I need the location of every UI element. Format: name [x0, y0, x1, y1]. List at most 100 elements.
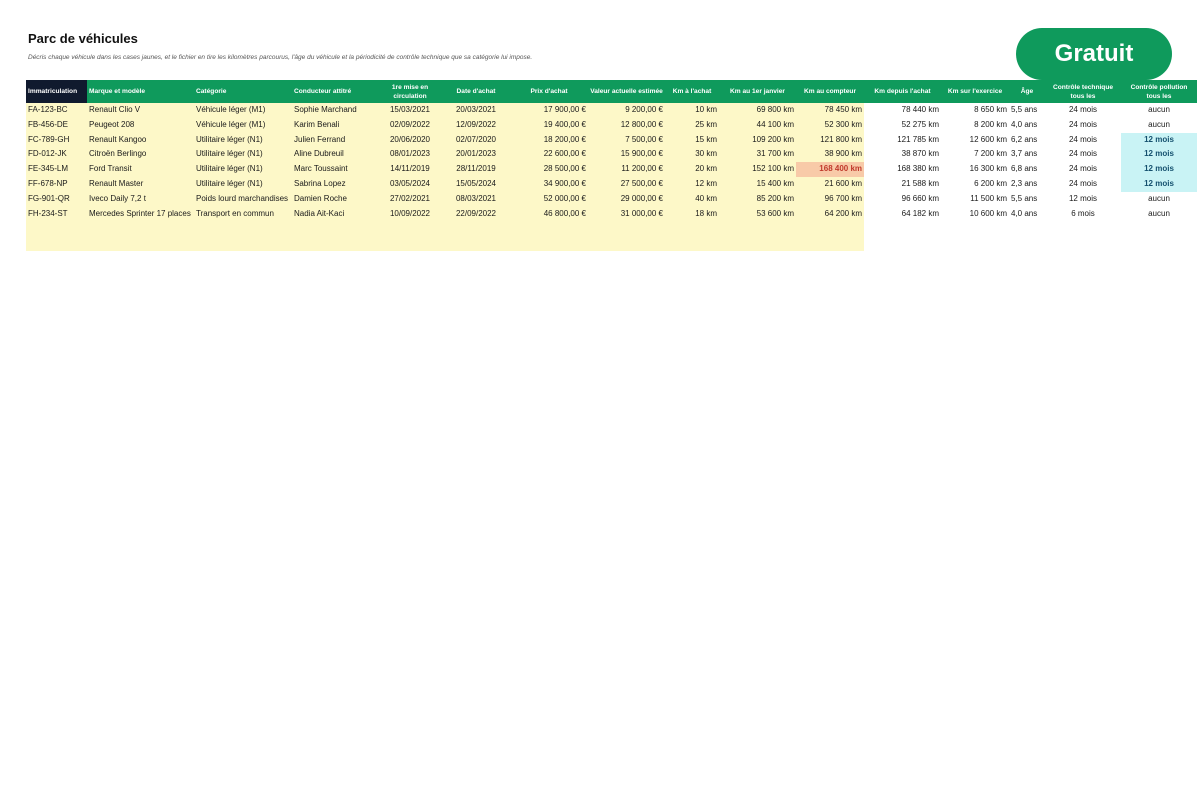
empty-cell[interactable] [26, 221, 87, 237]
table-cell[interactable]: Sophie Marchand [292, 103, 378, 118]
empty-cell[interactable] [796, 236, 864, 251]
table-cell[interactable]: 52 300 km [796, 117, 864, 133]
empty-cell[interactable] [588, 236, 665, 251]
empty-cell[interactable] [292, 236, 378, 251]
table-cell[interactable]: Karim Benali [292, 117, 378, 133]
table-cell[interactable]: 15 km [665, 132, 719, 148]
empty-cell[interactable] [292, 221, 378, 237]
table-cell[interactable]: 7 500,00 € [588, 132, 665, 148]
table-cell[interactable]: 34 900,00 € [510, 176, 588, 192]
table-cell[interactable]: 12 km [665, 176, 719, 192]
table-cell[interactable]: 11 200,00 € [588, 162, 665, 177]
table-cell[interactable]: 152 100 km [719, 162, 796, 177]
table-cell[interactable]: Sabrina Lopez [292, 176, 378, 192]
table-cell[interactable]: 46 800,00 € [510, 206, 588, 222]
table-cell[interactable]: 20 km [665, 162, 719, 177]
table-cell[interactable]: Utilitaire léger (N1) [194, 132, 292, 148]
table-cell[interactable]: 15 400 km [719, 176, 796, 192]
table-cell[interactable]: 9 200,00 € [588, 103, 665, 118]
table-cell[interactable]: 19 400,00 € [510, 117, 588, 133]
table-cell[interactable]: FA-123-BC [26, 103, 87, 118]
table-cell[interactable]: 29 000,00 € [588, 191, 665, 207]
empty-cell[interactable] [665, 236, 719, 251]
table-cell[interactable]: 121 800 km [796, 132, 864, 148]
empty-cell[interactable] [719, 221, 796, 237]
table-cell[interactable]: 17 900,00 € [510, 103, 588, 118]
table-cell[interactable]: 30 km [665, 147, 719, 163]
table-cell[interactable]: 52 000,00 € [510, 191, 588, 207]
table-cell[interactable]: FH-234-ST [26, 206, 87, 222]
table-cell[interactable]: 12/09/2022 [442, 117, 510, 133]
table-cell[interactable]: 96 700 km [796, 191, 864, 207]
table-cell[interactable]: 12 800,00 € [588, 117, 665, 133]
table-cell[interactable]: Ford Transit [87, 162, 194, 177]
table-cell[interactable]: FC-789-GH [26, 132, 87, 148]
table-cell[interactable]: 64 200 km [796, 206, 864, 222]
table-cell[interactable]: 10/09/2022 [378, 206, 442, 222]
empty-cell[interactable] [665, 221, 719, 237]
table-cell[interactable]: FB-456-DE [26, 117, 87, 133]
table-cell[interactable]: Damien Roche [292, 191, 378, 207]
table-cell[interactable]: FD-012-JK [26, 147, 87, 163]
table-cell[interactable]: 28/11/2019 [442, 162, 510, 177]
table-cell[interactable]: 168 400 km [796, 162, 864, 177]
table-cell[interactable]: 27 500,00 € [588, 176, 665, 192]
table-cell[interactable]: Marc Toussaint [292, 162, 378, 177]
table-cell[interactable]: 15 900,00 € [588, 147, 665, 163]
table-cell[interactable]: Véhicule léger (M1) [194, 117, 292, 133]
empty-cell[interactable] [442, 236, 510, 251]
table-cell[interactable]: Peugeot 208 [87, 117, 194, 133]
table-cell[interactable]: FF-678-NP [26, 176, 87, 192]
table-cell[interactable]: 44 100 km [719, 117, 796, 133]
table-cell[interactable]: Utilitaire léger (N1) [194, 162, 292, 177]
table-cell[interactable]: 20/03/2021 [442, 103, 510, 118]
table-cell[interactable]: 38 900 km [796, 147, 864, 163]
table-cell[interactable]: Nadia Ait-Kaci [292, 206, 378, 222]
table-cell[interactable]: Renault Kangoo [87, 132, 194, 148]
table-cell[interactable]: 03/05/2024 [378, 176, 442, 192]
table-cell[interactable]: 31 000,00 € [588, 206, 665, 222]
table-cell[interactable]: 20/06/2020 [378, 132, 442, 148]
empty-cell[interactable] [87, 221, 194, 237]
table-cell[interactable]: 20/01/2023 [442, 147, 510, 163]
table-cell[interactable]: 02/09/2022 [378, 117, 442, 133]
table-cell[interactable]: 40 km [665, 191, 719, 207]
empty-cell[interactable] [510, 221, 588, 237]
table-cell[interactable]: 02/07/2020 [442, 132, 510, 148]
empty-cell[interactable] [510, 236, 588, 251]
table-cell[interactable]: 69 800 km [719, 103, 796, 118]
empty-cell[interactable] [378, 221, 442, 237]
empty-cell[interactable] [378, 236, 442, 251]
table-cell[interactable]: 109 200 km [719, 132, 796, 148]
table-cell[interactable]: 22/09/2022 [442, 206, 510, 222]
empty-cell[interactable] [796, 221, 864, 237]
empty-cell[interactable] [194, 236, 292, 251]
table-cell[interactable]: 85 200 km [719, 191, 796, 207]
table-cell[interactable]: Transport en commun [194, 206, 292, 222]
table-cell[interactable]: Poids lourd marchandises [194, 191, 292, 207]
table-cell[interactable]: 15/03/2021 [378, 103, 442, 118]
table-cell[interactable]: 18 km [665, 206, 719, 222]
table-cell[interactable]: 08/01/2023 [378, 147, 442, 163]
table-cell[interactable]: 08/03/2021 [442, 191, 510, 207]
empty-cell[interactable] [442, 221, 510, 237]
table-cell[interactable]: 10 km [665, 103, 719, 118]
table-cell[interactable]: Aline Dubreuil [292, 147, 378, 163]
table-cell[interactable]: 21 600 km [796, 176, 864, 192]
table-cell[interactable]: 31 700 km [719, 147, 796, 163]
table-cell[interactable]: 27/02/2021 [378, 191, 442, 207]
table-cell[interactable]: 53 600 km [719, 206, 796, 222]
empty-cell[interactable] [588, 221, 665, 237]
table-cell[interactable]: FE-345-LM [26, 162, 87, 177]
table-cell[interactable]: 28 500,00 € [510, 162, 588, 177]
table-cell[interactable]: Véhicule léger (M1) [194, 103, 292, 118]
empty-cell[interactable] [26, 236, 87, 251]
table-cell[interactable]: 14/11/2019 [378, 162, 442, 177]
empty-cell[interactable] [194, 221, 292, 237]
table-cell[interactable]: 18 200,00 € [510, 132, 588, 148]
table-cell[interactable]: Mercedes Sprinter 17 places [87, 206, 194, 222]
table-cell[interactable]: 25 km [665, 117, 719, 133]
table-cell[interactable]: Renault Clio V [87, 103, 194, 118]
table-cell[interactable]: FG-901-QR [26, 191, 87, 207]
table-cell[interactable]: 78 450 km [796, 103, 864, 118]
